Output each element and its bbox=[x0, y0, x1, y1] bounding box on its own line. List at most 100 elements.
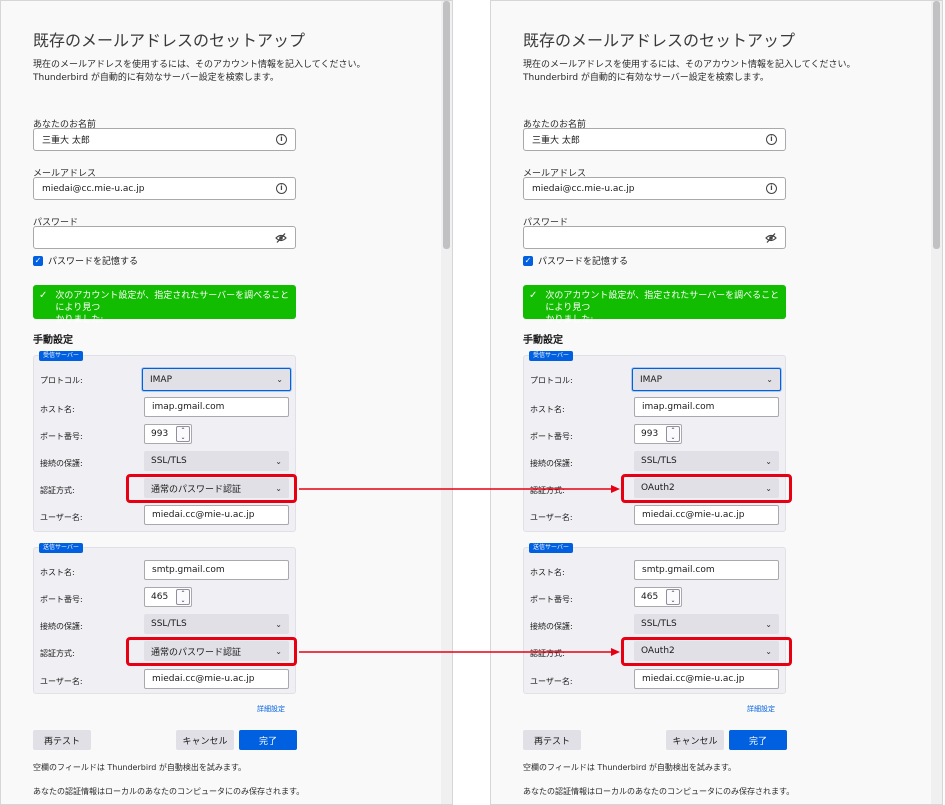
chevron-down-icon: ⌄ bbox=[766, 375, 773, 384]
dialog-description: 現在のメールアドレスを使用するには、そのアカウント情報を記入してください。 Th… bbox=[523, 60, 856, 83]
outgoing-auth-highlight bbox=[621, 637, 792, 666]
protocol-select[interactable]: IMAP ⌄ bbox=[142, 368, 291, 391]
retest-button[interactable]: 再テスト bbox=[33, 730, 91, 750]
incoming-username-input[interactable]: miedai.cc@mie-u.ac.jp bbox=[144, 505, 289, 525]
incoming-security-label: 接続の保護: bbox=[40, 459, 83, 468]
stepper-arrows-icon[interactable]: ⌃ ⌄ bbox=[176, 426, 190, 442]
incoming-auth-highlight bbox=[126, 474, 297, 503]
retest-button[interactable]: 再テスト bbox=[523, 730, 581, 750]
cancel-button[interactable]: キャンセル bbox=[666, 730, 724, 750]
name-field[interactable]: 三重大 太郎 i bbox=[523, 128, 786, 151]
manual-settings-heading: 手動設定 bbox=[33, 335, 73, 346]
incoming-username-input[interactable]: miedai.cc@mie-u.ac.jp bbox=[634, 505, 779, 525]
outgoing-auth-highlight bbox=[126, 637, 297, 666]
outgoing-host-label: ホスト名: bbox=[40, 568, 75, 577]
info-icon[interactable]: i bbox=[276, 134, 287, 145]
incoming-server-badge: 受信サーバー bbox=[529, 351, 573, 361]
protocol-select[interactable]: IMAP ⌄ bbox=[632, 368, 781, 391]
incoming-security-select[interactable]: SSL/TLS ⌄ bbox=[634, 451, 779, 471]
chevron-down-icon: ⌄ bbox=[275, 456, 282, 466]
incoming-username-label: ユーザー名: bbox=[40, 513, 83, 522]
incoming-security-label: 接続の保護: bbox=[530, 459, 573, 468]
eye-slash-icon[interactable] bbox=[275, 232, 287, 244]
info-icon[interactable]: i bbox=[766, 183, 777, 194]
scrollbar[interactable] bbox=[931, 1, 942, 804]
incoming-security-select[interactable]: SSL/TLS ⌄ bbox=[144, 451, 289, 471]
outgoing-server-badge: 送信サーバー bbox=[529, 543, 573, 553]
incoming-host-input[interactable]: imap.gmail.com bbox=[144, 397, 289, 417]
dialog-after: 既存のメールアドレスのセットアップ 現在のメールアドレスを使用するには、そのアカ… bbox=[490, 0, 943, 805]
checkmark-icon: ✓ bbox=[39, 290, 48, 301]
checkmark-icon[interactable]: ✓ bbox=[523, 255, 533, 266]
done-button[interactable]: 完了 bbox=[729, 730, 787, 750]
outgoing-server-badge: 送信サーバー bbox=[39, 543, 83, 553]
incoming-port-stepper[interactable]: 993 ⌃ ⌄ bbox=[634, 424, 682, 444]
incoming-host-label: ホスト名: bbox=[40, 405, 75, 414]
outgoing-auth-label: 認証方式: bbox=[40, 649, 75, 658]
password-field[interactable] bbox=[523, 226, 786, 249]
outgoing-security-select[interactable]: SSL/TLS ⌄ bbox=[144, 614, 289, 634]
outgoing-port-label: ポート番号: bbox=[40, 595, 83, 604]
email-field[interactable]: miedai@cc.mie-u.ac.jp i bbox=[33, 177, 296, 200]
advanced-settings-link[interactable]: 詳細設定 bbox=[257, 704, 285, 714]
name-field[interactable]: 三重大 太郎 i bbox=[33, 128, 296, 151]
protocol-label: プロトコル: bbox=[40, 376, 83, 385]
incoming-port-label: ポート番号: bbox=[40, 432, 83, 441]
manual-settings-heading: 手動設定 bbox=[523, 335, 563, 346]
password-field[interactable] bbox=[33, 226, 296, 249]
outgoing-port-label: ポート番号: bbox=[530, 595, 573, 604]
stepper-arrows-icon[interactable]: ⌃ ⌄ bbox=[666, 589, 680, 605]
outgoing-username-input[interactable]: miedai.cc@mie-u.ac.jp bbox=[144, 669, 289, 689]
incoming-host-label: ホスト名: bbox=[530, 405, 565, 414]
incoming-host-input[interactable]: imap.gmail.com bbox=[634, 397, 779, 417]
outgoing-username-label: ユーザー名: bbox=[40, 677, 83, 686]
cancel-button[interactable]: キャンセル bbox=[176, 730, 234, 750]
eye-slash-icon[interactable] bbox=[765, 232, 777, 244]
autodetect-note: 空欄のフィールドは Thunderbird が自動検出を試みます。 bbox=[33, 763, 247, 772]
outgoing-username-input[interactable]: miedai.cc@mie-u.ac.jp bbox=[634, 669, 779, 689]
info-icon[interactable]: i bbox=[766, 134, 777, 145]
dialog-title: 既存のメールアドレスのセットアップ bbox=[33, 31, 306, 50]
done-button[interactable]: 完了 bbox=[239, 730, 297, 750]
success-notice: ✓ 次のアカウント設定が、指定されたサーバーを調べることにより見つ かりました: bbox=[33, 285, 296, 325]
outgoing-port-stepper[interactable]: 465 ⌃ ⌄ bbox=[144, 587, 192, 607]
checkmark-icon[interactable]: ✓ bbox=[33, 255, 43, 266]
dialog-title: 既存のメールアドレスのセットアップ bbox=[523, 31, 796, 50]
outgoing-security-select[interactable]: SSL/TLS ⌄ bbox=[634, 614, 779, 634]
incoming-auth-label: 認証方式: bbox=[530, 486, 565, 495]
outgoing-security-label: 接続の保護: bbox=[40, 622, 83, 631]
local-storage-note: あなたの認証情報はローカルのあなたのコンピュータにのみ保存されます。 bbox=[33, 787, 305, 796]
stepper-arrows-icon[interactable]: ⌃ ⌄ bbox=[666, 426, 680, 442]
outgoing-username-label: ユーザー名: bbox=[530, 677, 573, 686]
remember-password-checkbox[interactable]: ✓ パスワードを記憶する bbox=[33, 254, 138, 267]
chevron-down-icon: ⌄ bbox=[765, 456, 772, 466]
outgoing-host-input[interactable]: smtp.gmail.com bbox=[144, 560, 289, 580]
chevron-down-icon: ⌄ bbox=[275, 619, 282, 629]
local-storage-note: あなたの認証情報はローカルのあなたのコンピュータにのみ保存されます。 bbox=[523, 787, 795, 796]
info-icon[interactable]: i bbox=[276, 183, 287, 194]
chevron-down-icon: ⌄ bbox=[276, 375, 283, 384]
incoming-username-label: ユーザー名: bbox=[530, 513, 573, 522]
outgoing-port-stepper[interactable]: 465 ⌃ ⌄ bbox=[634, 587, 682, 607]
dialog-before: 既存のメールアドレスのセットアップ 現在のメールアドレスを使用するには、そのアカ… bbox=[0, 0, 453, 805]
incoming-port-stepper[interactable]: 993 ⌃ ⌄ bbox=[144, 424, 192, 444]
incoming-port-label: ポート番号: bbox=[530, 432, 573, 441]
remember-password-checkbox[interactable]: ✓ パスワードを記憶する bbox=[523, 254, 628, 267]
advanced-settings-link[interactable]: 詳細設定 bbox=[747, 704, 775, 714]
chevron-down-icon: ⌄ bbox=[765, 619, 772, 629]
outgoing-security-label: 接続の保護: bbox=[530, 622, 573, 631]
success-notice: ✓ 次のアカウント設定が、指定されたサーバーを調べることにより見つ かりました: bbox=[523, 285, 786, 325]
email-field[interactable]: miedai@cc.mie-u.ac.jp i bbox=[523, 177, 786, 200]
incoming-server-badge: 受信サーバー bbox=[39, 351, 83, 361]
outgoing-auth-label: 認証方式: bbox=[530, 649, 565, 658]
incoming-auth-label: 認証方式: bbox=[40, 486, 75, 495]
autodetect-note: 空欄のフィールドは Thunderbird が自動検出を試みます。 bbox=[523, 763, 737, 772]
incoming-auth-highlight bbox=[621, 474, 792, 503]
dialog-description: 現在のメールアドレスを使用するには、そのアカウント情報を記入してください。 Th… bbox=[33, 60, 366, 83]
protocol-label: プロトコル: bbox=[530, 376, 573, 385]
outgoing-host-label: ホスト名: bbox=[530, 568, 565, 577]
checkmark-icon: ✓ bbox=[529, 290, 538, 301]
outgoing-host-input[interactable]: smtp.gmail.com bbox=[634, 560, 779, 580]
scrollbar[interactable] bbox=[441, 1, 452, 804]
stepper-arrows-icon[interactable]: ⌃ ⌄ bbox=[176, 589, 190, 605]
